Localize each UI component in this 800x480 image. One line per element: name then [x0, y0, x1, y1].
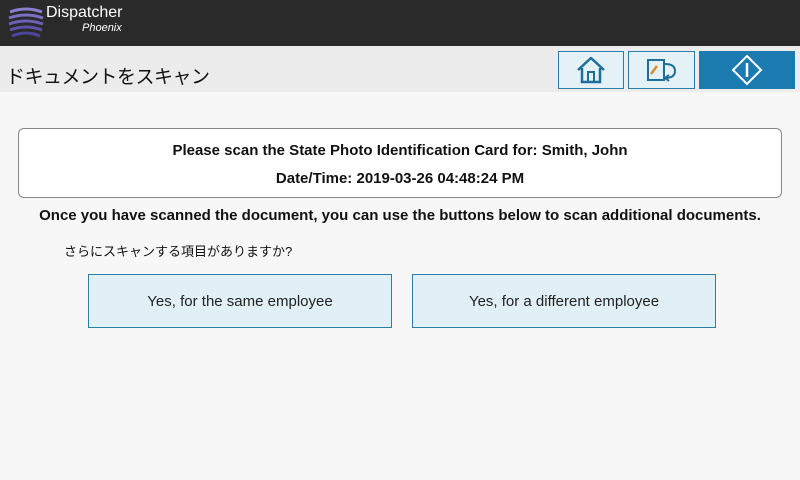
- date-time-text: Date/Time: 2019-03-26 04:48:24 PM: [275, 170, 525, 187]
- start-icon: [731, 54, 763, 86]
- brand-name: Dispatcher: [46, 4, 123, 21]
- question-text: さらにスキャンする項目がありますか?: [64, 244, 293, 259]
- home-icon: [577, 56, 605, 84]
- info-box: Please scan the State Photo Identificati…: [18, 128, 782, 198]
- rescan-button[interactable]: [628, 51, 695, 89]
- rescan-icon: [646, 59, 676, 82]
- different-employee-button[interactable]: Yes, for a different employee: [412, 274, 716, 328]
- start-button[interactable]: [699, 51, 795, 89]
- brand-sub: Phoenix: [82, 22, 122, 34]
- same-employee-button[interactable]: Yes, for the same employee: [88, 274, 392, 328]
- scan-request-text: Please scan the State Photo Identificati…: [172, 142, 628, 159]
- instruction-text: Once you have scanned the document, you …: [39, 207, 761, 224]
- home-button[interactable]: [558, 51, 624, 89]
- top-bar: Dispatcher Phoenix: [0, 0, 800, 46]
- dispatcher-logo-icon: [8, 7, 44, 38]
- page-title: ドキュメントをスキャン: [6, 67, 210, 88]
